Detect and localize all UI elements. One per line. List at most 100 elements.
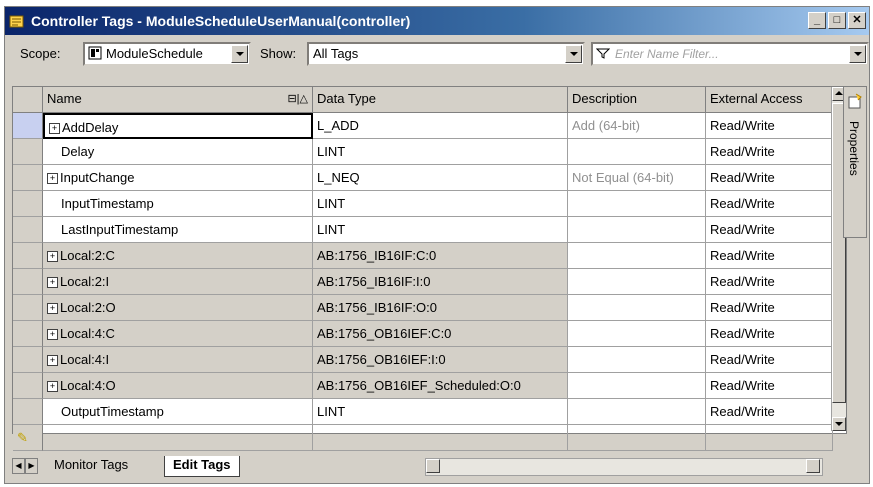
row-selector[interactable] — [13, 373, 43, 399]
data-type-cell[interactable]: L_ADD — [313, 113, 568, 139]
description-cell[interactable] — [568, 217, 706, 243]
description-cell[interactable] — [568, 243, 706, 269]
table-row[interactable]: LastInputTimestamp LINT Read/Write — [13, 217, 846, 243]
new-tag-type-cell[interactable] — [313, 425, 568, 451]
title-bar[interactable]: Controller Tags - ModuleScheduleUserManu… — [5, 7, 869, 35]
expand-icon[interactable]: + — [47, 277, 58, 289]
row-selector[interactable] — [13, 191, 43, 217]
description-cell[interactable] — [568, 399, 706, 425]
hscroll-left-button[interactable] — [426, 459, 440, 473]
filter-dropdown-button[interactable] — [849, 45, 866, 63]
expand-icon[interactable]: + — [47, 381, 58, 393]
tag-name-cell[interactable]: LastInputTimestamp — [43, 217, 313, 243]
description-cell[interactable]: Add (64-bit) — [568, 113, 706, 139]
expand-icon[interactable]: + — [49, 123, 60, 135]
expand-icon[interactable]: + — [47, 173, 58, 185]
data-type-cell[interactable]: AB:1756_IB16IF:O:0 — [313, 295, 568, 321]
row-selector[interactable] — [13, 269, 43, 295]
description-cell[interactable] — [568, 321, 706, 347]
table-row[interactable]: Delay LINT Read/Write — [13, 139, 846, 165]
table-row[interactable]: + Local:2:C AB:1756_IB16IF:C:0 Read/Write — [13, 243, 846, 269]
external-access-cell[interactable]: Read/Write — [706, 321, 833, 347]
table-row[interactable]: + Local:4:C AB:1756_OB16IEF:C:0 Read/Write — [13, 321, 846, 347]
tag-name-cell[interactable]: InputTimestamp — [43, 191, 313, 217]
show-dropdown-button[interactable] — [565, 45, 582, 63]
description-cell[interactable] — [568, 295, 706, 321]
data-type-cell[interactable]: LINT — [313, 399, 568, 425]
tab-edit-tags[interactable]: Edit Tags — [164, 456, 240, 477]
tag-name-cell[interactable]: + Local:4:I — [43, 347, 313, 373]
column-header-name[interactable]: Name ⊟|△ — [43, 87, 313, 113]
hscroll-right-button[interactable] — [806, 459, 820, 473]
properties-panel-tab[interactable]: Properties — [843, 86, 867, 238]
tab-scroll-right-button[interactable]: ▶ — [25, 458, 38, 474]
row-selector[interactable] — [13, 165, 43, 191]
scope-select[interactable]: ModuleSchedule — [83, 42, 251, 66]
table-row[interactable]: + Local:2:I AB:1756_IB16IF:I:0 Read/Write — [13, 269, 846, 295]
expand-icon[interactable]: + — [47, 251, 58, 263]
external-access-cell[interactable]: Read/Write — [706, 399, 833, 425]
minimize-button[interactable]: _ — [808, 12, 826, 29]
column-header-data-type[interactable]: Data Type — [313, 87, 568, 113]
external-access-cell[interactable]: Read/Write — [706, 113, 833, 139]
expand-icon[interactable]: + — [47, 329, 58, 341]
new-tag-row[interactable]: ✎ — [13, 425, 846, 451]
data-type-cell[interactable]: LINT — [313, 139, 568, 165]
table-row[interactable]: + Local:4:O AB:1756_OB16IEF_Scheduled:O:0 R… — [13, 373, 846, 399]
new-tag-desc-cell[interactable] — [568, 425, 706, 451]
tag-name-cell[interactable]: + Local:2:O — [43, 295, 313, 321]
row-selector[interactable] — [13, 139, 43, 165]
show-select[interactable]: All Tags — [307, 42, 585, 66]
table-row[interactable]: + Local:4:I AB:1756_OB16IEF:I:0 Read/Write — [13, 347, 846, 373]
expand-icon[interactable]: + — [47, 355, 58, 367]
description-cell[interactable] — [568, 139, 706, 165]
sort-icon[interactable]: ⊟|△ — [287, 87, 308, 111]
tag-name-cell[interactable]: OutputTimestamp — [43, 399, 313, 425]
row-selector[interactable] — [13, 217, 43, 243]
table-row[interactable]: OutputTimestamp LINT Read/Write — [13, 399, 846, 425]
table-row[interactable]: InputTimestamp LINT Read/Write — [13, 191, 846, 217]
description-cell[interactable]: Not Equal (64-bit) — [568, 165, 706, 191]
tab-scroll-left-button[interactable]: ◀ — [12, 458, 25, 474]
tag-name-cell[interactable]: + Local:4:O — [43, 373, 313, 399]
description-cell[interactable] — [568, 347, 706, 373]
scroll-down-button[interactable] — [832, 417, 846, 431]
horizontal-scrollbar[interactable] — [425, 458, 823, 476]
row-selector[interactable] — [13, 243, 43, 269]
name-filter-input[interactable]: Enter Name Filter... — [591, 42, 869, 66]
data-type-cell[interactable]: AB:1756_OB16IEF_Scheduled:O:0 — [313, 373, 568, 399]
tags-grid[interactable]: Name ⊟|△ Data Type Description External … — [12, 86, 847, 451]
row-selector[interactable] — [13, 399, 43, 425]
scope-dropdown-button[interactable] — [231, 45, 248, 63]
maximize-button[interactable]: □ — [828, 12, 846, 29]
external-access-cell[interactable]: Read/Write — [706, 269, 833, 295]
new-tag-access-cell[interactable] — [706, 425, 833, 451]
row-selector[interactable] — [13, 113, 43, 139]
tag-name-cell[interactable]: + Local:2:C — [43, 243, 313, 269]
tag-name-cell[interactable]: + Local:4:C — [43, 321, 313, 347]
external-access-cell[interactable]: Read/Write — [706, 373, 833, 399]
external-access-cell[interactable]: Read/Write — [706, 295, 833, 321]
external-access-cell[interactable]: Read/Write — [706, 347, 833, 373]
close-button[interactable]: ✕ — [848, 12, 866, 29]
expand-icon[interactable]: + — [47, 303, 58, 315]
column-header-external-access[interactable]: External Access — [706, 87, 833, 113]
tag-name-cell[interactable]: + InputChange — [43, 165, 313, 191]
column-header-description[interactable]: Description — [568, 87, 706, 113]
external-access-cell[interactable]: Read/Write — [706, 165, 833, 191]
row-selector[interactable] — [13, 347, 43, 373]
tag-name-cell[interactable]: + AddDelay — [43, 113, 313, 139]
new-tag-name-cell[interactable] — [43, 425, 313, 451]
row-selector[interactable] — [13, 295, 43, 321]
data-type-cell[interactable]: LINT — [313, 191, 568, 217]
data-type-cell[interactable]: AB:1756_OB16IEF:I:0 — [313, 347, 568, 373]
data-type-cell[interactable]: L_NEQ — [313, 165, 568, 191]
data-type-cell[interactable]: AB:1756_OB16IEF:C:0 — [313, 321, 568, 347]
description-cell[interactable] — [568, 269, 706, 295]
table-row[interactable]: + AddDelay L_ADD Add (64-bit) Read/Write — [13, 113, 846, 139]
table-row[interactable]: + Local:2:O AB:1756_IB16IF:O:0 Read/Write — [13, 295, 846, 321]
external-access-cell[interactable]: Read/Write — [706, 243, 833, 269]
data-type-cell[interactable]: AB:1756_IB16IF:I:0 — [313, 269, 568, 295]
external-access-cell[interactable]: Read/Write — [706, 139, 833, 165]
data-type-cell[interactable]: AB:1756_IB16IF:C:0 — [313, 243, 568, 269]
